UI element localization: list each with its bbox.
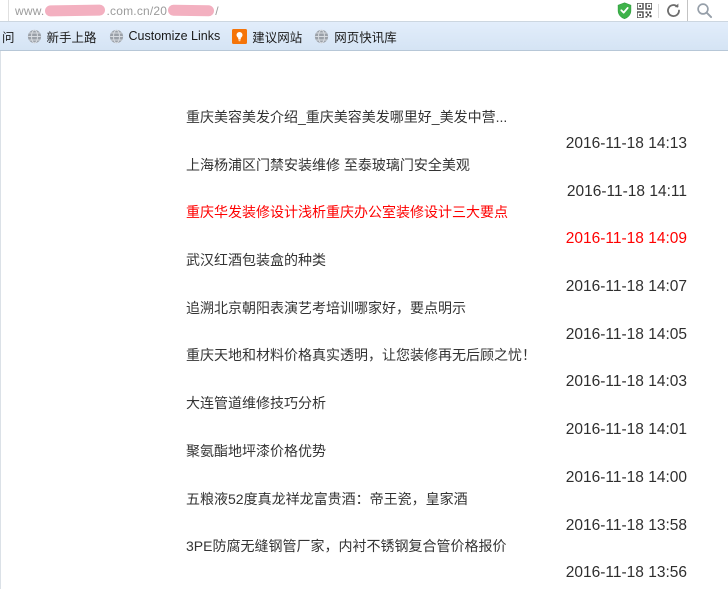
- article-title-link[interactable]: 武汉红酒包装盒的种类: [186, 250, 687, 270]
- article-title-link[interactable]: 追溯北京朝阳表演艺考培训哪家好，要点明示: [186, 298, 687, 318]
- article-date: 2016-11-18 14:09: [186, 229, 687, 249]
- favorites-item-label: 建议网站: [252, 27, 302, 46]
- qr-code-icon[interactable]: [634, 1, 654, 21]
- article-title-link[interactable]: 大连管道维修技巧分析: [186, 393, 687, 413]
- article-row: 追溯北京朝阳表演艺考培训哪家好，要点明示 2016-11-18 14:05: [186, 298, 687, 346]
- refresh-icon[interactable]: [663, 1, 683, 21]
- article-row: 重庆美容美发介绍_重庆美容美发哪里好_美发中营... 2016-11-18 14…: [186, 107, 687, 155]
- security-shield-icon[interactable]: [614, 1, 634, 21]
- url-field[interactable]: www..com.cn/20/: [8, 0, 687, 21]
- url-redaction: [45, 4, 105, 16]
- article-title-link[interactable]: 五粮液52度真龙祥龙富贵酒：帝王瓷，皇家酒: [186, 489, 687, 509]
- article-row: 3PE防腐无缝钢管厂家，内衬不锈钢复合管价格报价 2016-11-18 13:5…: [186, 536, 687, 584]
- lightbulb-icon: [232, 29, 247, 44]
- article-row: 上海杨浦区门禁安装维修 至泰玻璃门安全美观 2016-11-18 14:11: [186, 155, 687, 203]
- favorites-item-customize-links[interactable]: Customize Links: [109, 29, 221, 44]
- favorites-item-label: 问: [2, 27, 15, 46]
- favorites-bar: 问 新手上路 Customize Links 建议网站 网页快讯库: [0, 22, 728, 51]
- article-date: 2016-11-18 14:00: [186, 468, 687, 488]
- search-icon: [694, 1, 714, 21]
- favorites-item-label: 网页快讯库: [334, 27, 397, 46]
- article-row: 重庆天地和材料价格真实透明，让您装修再无后顾之忧！ 2016-11-18 14:…: [186, 345, 687, 393]
- article-date: 2016-11-18 14:03: [186, 372, 687, 392]
- globe-icon: [109, 29, 124, 44]
- article-date: 2016-11-18 14:07: [186, 277, 687, 297]
- favorites-item-getting-started[interactable]: 新手上路: [27, 27, 97, 46]
- article-list: 重庆美容美发介绍_重庆美容美发哪里好_美发中营... 2016-11-18 14…: [0, 51, 728, 589]
- favorites-item-label: 新手上路: [47, 27, 97, 46]
- toolbar-divider: [658, 4, 659, 18]
- article-row: 武汉红酒包装盒的种类 2016-11-18 14:07: [186, 250, 687, 298]
- article-title-link[interactable]: 3PE防腐无缝钢管厂家，内衬不锈钢复合管价格报价: [186, 536, 687, 556]
- address-bar: www..com.cn/20/: [0, 0, 728, 22]
- article-title-link[interactable]: 重庆天地和材料价格真实透明，让您装修再无后顾之忧！: [186, 345, 687, 365]
- article-row: 聚氨酯地坪漆价格优势 2016-11-18 14:00: [186, 441, 687, 489]
- favorites-item-truncated[interactable]: 问: [2, 27, 15, 46]
- article-date: 2016-11-18 14:05: [186, 325, 687, 345]
- article-row: 五粮液52度真龙祥龙富贵酒：帝王瓷，皇家酒 2016-11-18 13:58: [186, 489, 687, 537]
- url-redaction: [168, 5, 214, 17]
- globe-icon: [27, 29, 42, 44]
- article-date: 2016-11-18 13:56: [186, 563, 687, 583]
- favorites-item-web-slices[interactable]: 网页快讯库: [314, 27, 397, 46]
- article-date: 2016-11-18 14:11: [186, 182, 687, 202]
- article-date: 2016-11-18 13:58: [186, 516, 687, 536]
- article-date: 2016-11-18 14:13: [186, 134, 687, 154]
- favorites-item-suggested-sites[interactable]: 建议网站: [232, 27, 302, 46]
- article-row: 大连管道维修技巧分析 2016-11-18 14:01: [186, 393, 687, 441]
- url-text: www..com.cn/20/: [15, 4, 614, 18]
- article-title-link[interactable]: 聚氨酯地坪漆价格优势: [186, 441, 687, 461]
- article-row: 重庆华发装修设计浅析重庆办公室装修设计三大要点 2016-11-18 14:09: [186, 202, 687, 250]
- search-box[interactable]: [687, 0, 728, 21]
- article-title-link[interactable]: 上海杨浦区门禁安装维修 至泰玻璃门安全美观: [186, 155, 687, 175]
- favorites-item-label: Customize Links: [129, 29, 221, 43]
- article-title-link[interactable]: 重庆美容美发介绍_重庆美容美发哪里好_美发中营...: [186, 107, 687, 127]
- article-date: 2016-11-18 14:01: [186, 420, 687, 440]
- article-title-link[interactable]: 重庆华发装修设计浅析重庆办公室装修设计三大要点: [186, 202, 687, 222]
- globe-icon: [314, 29, 329, 44]
